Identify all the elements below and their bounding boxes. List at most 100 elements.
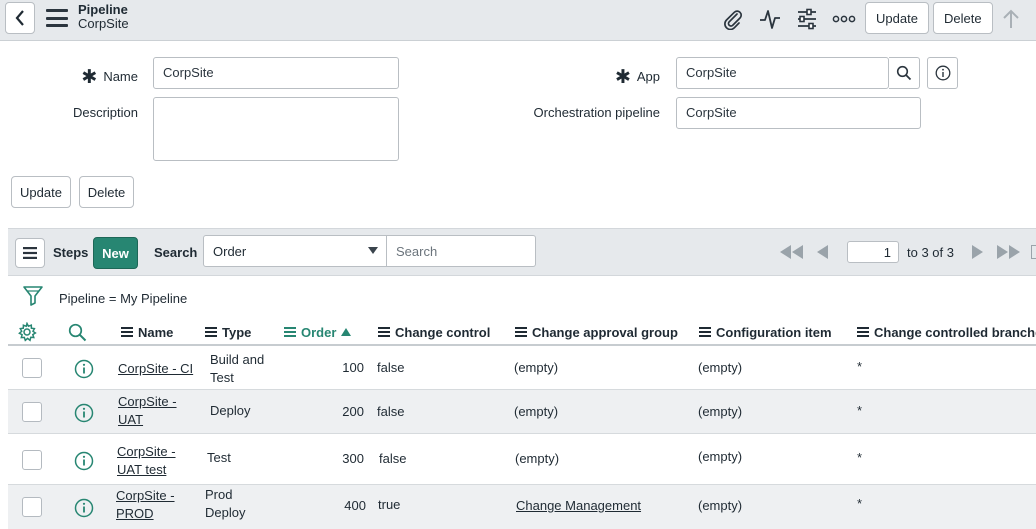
row-name-link[interactable]: CorpSite - CI bbox=[118, 360, 193, 378]
personalize-list-gear-icon[interactable] bbox=[17, 322, 37, 342]
list-context-menu-button[interactable] bbox=[15, 238, 45, 268]
column-header-change-control[interactable]: Change control bbox=[378, 322, 490, 342]
column-header-order[interactable]: Order bbox=[284, 322, 352, 342]
column-header-configuration-item-label: Configuration item bbox=[716, 324, 832, 340]
description-field[interactable] bbox=[153, 97, 399, 161]
row-checkbox[interactable] bbox=[22, 497, 42, 517]
row-name-line2: UAT bbox=[118, 412, 144, 427]
row-order: 300 bbox=[342, 451, 364, 466]
column-header-configuration-item[interactable]: Configuration item bbox=[699, 322, 832, 342]
related-list-toolbar: Steps New Search Order Search 1 to 3 of … bbox=[8, 228, 1036, 276]
row-change-control: true bbox=[378, 497, 401, 512]
column-menu-icon bbox=[515, 327, 527, 337]
row-info-icon[interactable] bbox=[74, 403, 94, 423]
row-name-link[interactable]: CorpSite - UAT bbox=[118, 393, 177, 429]
column-header-name-label: Name bbox=[138, 324, 174, 340]
column-search-icon[interactable] bbox=[68, 322, 87, 342]
row-checkbox[interactable] bbox=[22, 450, 42, 470]
app-field[interactable]: CorpSite bbox=[676, 57, 889, 89]
name-label-text: Name bbox=[103, 69, 138, 84]
row-info-icon[interactable] bbox=[74, 498, 94, 518]
previous-page-icon[interactable] bbox=[816, 244, 829, 260]
delete-button[interactable]: Delete bbox=[79, 176, 134, 208]
column-header-change-control-label: Change control bbox=[395, 324, 491, 340]
info-icon bbox=[935, 65, 950, 81]
row-info-icon[interactable] bbox=[74, 451, 94, 471]
list-search-input[interactable]: Search bbox=[387, 235, 536, 267]
column-header-change-controlled-branches[interactable]: Change controlled branches bbox=[857, 322, 1036, 342]
row-name-line1: CorpSite - bbox=[116, 488, 175, 503]
name-field[interactable]: CorpSite bbox=[153, 57, 399, 89]
row-order: 400 bbox=[344, 498, 366, 513]
row-change-control: false bbox=[379, 451, 407, 466]
table-row[interactable]: CorpSite - UAT Deploy 200 false (empty) (… bbox=[8, 390, 1036, 434]
column-menu-icon bbox=[378, 327, 390, 337]
orchestration-pipeline-label: Orchestration pipeline bbox=[533, 105, 660, 120]
next-page-icon[interactable] bbox=[971, 244, 984, 260]
sort-ascending-icon bbox=[341, 328, 352, 336]
column-menu-icon bbox=[857, 327, 869, 337]
name-label: ✱ Name bbox=[60, 64, 138, 88]
page-title: Pipeline CorpSite bbox=[78, 2, 129, 31]
required-asterisk-icon: ✱ bbox=[81, 67, 98, 88]
column-header-order-label: Order bbox=[301, 324, 337, 340]
row-branches: * bbox=[857, 359, 863, 374]
back-button[interactable] bbox=[5, 2, 35, 34]
row-name-line2: PROD bbox=[116, 506, 154, 521]
column-header-change-controlled-branches-label: Change controlled branches bbox=[874, 324, 1036, 340]
row-config-item: (empty) bbox=[698, 360, 743, 375]
table-row[interactable]: CorpSite - CI Build and Test 100 false (e… bbox=[8, 346, 1036, 390]
row-branches: * bbox=[857, 496, 863, 511]
row-order: 100 bbox=[342, 360, 364, 375]
filter-icon[interactable] bbox=[22, 285, 44, 310]
first-page-icon[interactable] bbox=[779, 244, 805, 260]
orchestration-pipeline-field[interactable]: CorpSite bbox=[676, 97, 921, 129]
row-name-link[interactable]: CorpSite - UAT test bbox=[117, 443, 176, 479]
row-approval-group: (empty) bbox=[514, 360, 559, 375]
last-page-icon[interactable] bbox=[996, 244, 1022, 260]
row-type: Build and Test bbox=[210, 351, 264, 387]
search-field-select[interactable]: Order bbox=[203, 235, 387, 267]
search-icon bbox=[896, 65, 912, 81]
row-approval-group: (empty) bbox=[514, 404, 559, 419]
app-lookup-button[interactable] bbox=[889, 57, 920, 89]
filter-breadcrumb[interactable]: Pipeline = My Pipeline bbox=[59, 291, 187, 306]
row-info-icon[interactable] bbox=[74, 359, 94, 379]
paperclip-icon[interactable] bbox=[720, 6, 746, 32]
column-menu-icon bbox=[121, 327, 133, 337]
row-approval-group-link[interactable]: Change Management bbox=[516, 497, 641, 515]
arrow-up-icon[interactable] bbox=[998, 6, 1024, 32]
row-name-link[interactable]: CorpSite - PROD bbox=[116, 487, 175, 523]
column-header-type[interactable]: Type bbox=[205, 322, 251, 342]
more-options-icon[interactable] bbox=[831, 6, 857, 32]
list-title: Steps bbox=[53, 245, 89, 260]
row-change-control: false bbox=[377, 404, 405, 419]
table-row[interactable]: CorpSite - UAT test Test 300 false (empty… bbox=[8, 434, 1036, 485]
header-update-button[interactable]: Update bbox=[865, 2, 929, 34]
update-button[interactable]: Update bbox=[11, 176, 71, 208]
menu-icon[interactable] bbox=[46, 9, 68, 27]
settings-sliders-icon[interactable] bbox=[794, 6, 820, 32]
record-name-subtitle: CorpSite bbox=[78, 16, 129, 31]
app-info-button[interactable] bbox=[927, 57, 958, 89]
row-checkbox[interactable] bbox=[22, 358, 42, 378]
column-menu-icon bbox=[699, 327, 711, 337]
column-header-name[interactable]: Name bbox=[121, 322, 173, 342]
page-number-input[interactable]: 1 bbox=[847, 241, 899, 263]
new-button[interactable]: New bbox=[93, 237, 138, 269]
list-edge-icon bbox=[1031, 244, 1036, 260]
row-order: 200 bbox=[342, 404, 364, 419]
row-type-line2: Deploy bbox=[205, 505, 246, 520]
column-menu-icon bbox=[205, 327, 217, 337]
row-branches: * bbox=[857, 403, 863, 418]
row-checkbox[interactable] bbox=[22, 402, 42, 422]
table-row[interactable]: CorpSite - PROD Prod Deploy 400 true Chang… bbox=[8, 485, 1036, 529]
activity-icon[interactable] bbox=[757, 6, 783, 32]
row-change-control: false bbox=[377, 360, 405, 375]
column-header-type-label: Type bbox=[222, 324, 252, 340]
header-delete-button[interactable]: Delete bbox=[933, 2, 993, 34]
column-header-change-approval-group[interactable]: Change approval group bbox=[515, 322, 678, 342]
app-label: ✱ App bbox=[580, 64, 660, 88]
required-asterisk-icon: ✱ bbox=[614, 67, 631, 88]
row-branches: * bbox=[857, 450, 863, 465]
